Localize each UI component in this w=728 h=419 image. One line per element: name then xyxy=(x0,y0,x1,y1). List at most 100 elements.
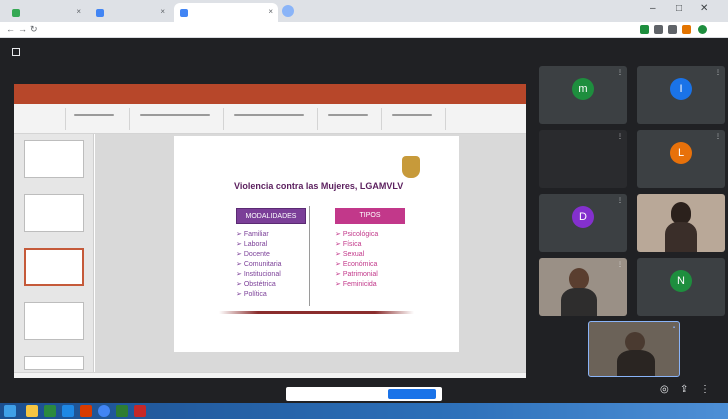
participant-tile[interactable]: I ⋮ xyxy=(637,66,725,124)
list-item: ➢ Psicológica xyxy=(335,231,379,238)
list-item: ➢ Docente xyxy=(236,251,270,258)
more-options-icon[interactable]: ⋮ xyxy=(715,69,721,76)
slide-footer-bar xyxy=(219,311,414,314)
ribbon-control xyxy=(140,114,210,116)
modalidades-header: MODALIDADES xyxy=(236,208,306,224)
avatar: L xyxy=(670,142,692,164)
column-divider xyxy=(309,206,310,306)
list-item: ➢ Institucional xyxy=(236,271,281,278)
extension-icon[interactable] xyxy=(682,25,691,34)
more-options-icon[interactable]: ⋮ xyxy=(715,133,721,140)
list-item: ➢ Laboral xyxy=(236,241,268,248)
participant-tile[interactable]: ⋮ xyxy=(539,130,627,188)
more-options-icon[interactable]: ⋮ xyxy=(617,261,623,268)
back-icon[interactable]: ← xyxy=(6,24,15,34)
ribbon-group[interactable] xyxy=(18,108,66,130)
self-view-tile[interactable]: ▪ xyxy=(588,321,680,377)
participant-video-tile[interactable]: ⋮ xyxy=(539,258,627,316)
meet-call-area: Violencia contra las Mujeres, LGAMVLV MO… xyxy=(0,38,728,403)
slide-thumbnail[interactable] xyxy=(24,140,84,178)
file-explorer-icon[interactable] xyxy=(26,405,38,417)
list-item: ➢ Patrimonial xyxy=(335,271,378,278)
institution-seal-icon xyxy=(402,156,420,178)
present-icon[interactable]: ⇪ xyxy=(680,384,688,395)
tab-favicon-icon xyxy=(96,9,104,17)
new-tab-button[interactable] xyxy=(282,5,294,17)
browser-tab-active[interactable]: × xyxy=(174,3,278,22)
extension-icon[interactable] xyxy=(668,25,677,34)
avatar: N xyxy=(670,270,692,292)
forward-icon[interactable]: → xyxy=(18,24,27,34)
self-video-person xyxy=(625,332,645,352)
list-item: ➢ Económica xyxy=(335,261,378,268)
list-item: ➢ Política xyxy=(236,291,267,298)
slide-thumbnail[interactable] xyxy=(24,194,84,232)
participant-tile[interactable]: D ⋮ xyxy=(539,194,627,252)
minimize-icon[interactable]: – xyxy=(650,3,656,14)
tipos-header: TIPOS xyxy=(335,208,405,224)
avatar: D xyxy=(572,206,594,228)
more-options-icon[interactable]: ⋮ xyxy=(617,69,623,76)
more-options-icon[interactable]: ⋮ xyxy=(617,197,623,204)
more-options-icon[interactable]: ⋮ xyxy=(617,133,623,140)
close-icon[interactable]: × xyxy=(76,7,81,16)
participant-tile[interactable]: L ⋮ xyxy=(637,130,725,188)
slide-title: Violencia contra las Mujeres, LGAMVLV xyxy=(234,181,404,191)
slide-thumbnail[interactable] xyxy=(24,356,84,370)
list-item: ➢ Familiar xyxy=(236,231,269,238)
ribbon-group[interactable] xyxy=(228,108,318,130)
participant-tile[interactable]: m ⋮ xyxy=(539,66,627,124)
powerpoint-icon[interactable] xyxy=(80,405,92,417)
powerpoint-title-bar xyxy=(14,84,526,95)
present-screen-icon xyxy=(12,48,20,56)
avatar: m xyxy=(572,78,594,100)
tab-favicon-icon xyxy=(180,9,188,17)
extension-icon[interactable] xyxy=(640,25,649,34)
address-toolbar: ← → ↻ xyxy=(0,22,728,38)
maximize-icon[interactable]: □ xyxy=(676,3,682,14)
participant-video-body xyxy=(665,222,697,252)
ribbon-group[interactable] xyxy=(322,108,382,130)
list-item: ➢ Obstétrica xyxy=(236,281,276,288)
participant-video-person xyxy=(671,202,691,224)
ribbon-control xyxy=(392,114,432,116)
browser-tab[interactable]: × xyxy=(6,3,86,22)
list-item: ➢ Comunitaria xyxy=(236,261,282,268)
stop-presenting-button[interactable] xyxy=(388,389,436,399)
profile-avatar[interactable] xyxy=(698,25,707,34)
participant-tile[interactable]: N xyxy=(637,258,725,316)
taskbar-app-icon[interactable] xyxy=(116,405,128,417)
taskbar-app-icon[interactable] xyxy=(44,405,56,417)
slide-thumbnail-selected[interactable] xyxy=(24,248,84,286)
close-window-icon[interactable]: ✕ xyxy=(700,3,708,14)
tab-favicon-icon xyxy=(12,9,20,17)
participant-video-tile[interactable] xyxy=(637,194,725,252)
taskbar-app-icon[interactable] xyxy=(134,405,146,417)
ribbon-group[interactable] xyxy=(134,108,224,130)
powerpoint-ribbon xyxy=(14,104,526,134)
tipos-list: ➢ Psicológica ➢ Física ➢ Sexual ➢ Económ… xyxy=(335,230,378,290)
close-icon[interactable]: × xyxy=(160,7,165,16)
more-options-icon[interactable]: ⋮ xyxy=(700,384,710,395)
extension-icon[interactable] xyxy=(654,25,663,34)
list-item: ➢ Física xyxy=(335,241,362,248)
pin-icon[interactable]: ▪ xyxy=(673,325,675,331)
ribbon-control xyxy=(234,114,304,116)
ribbon-group[interactable] xyxy=(70,108,130,130)
windows-start-icon[interactable] xyxy=(4,405,16,417)
slide-thumbnail[interactable] xyxy=(24,302,84,340)
self-video-body xyxy=(617,350,655,376)
close-icon[interactable]: × xyxy=(268,7,273,16)
reload-icon[interactable]: ↻ xyxy=(30,24,38,35)
windows-taskbar xyxy=(0,403,728,419)
avatar: I xyxy=(670,78,692,100)
powerpoint-ribbon-tabs[interactable] xyxy=(14,95,526,104)
current-slide: Violencia contra las Mujeres, LGAMVLV MO… xyxy=(174,136,459,352)
captions-icon[interactable]: ◎ xyxy=(660,384,669,395)
taskbar-app-icon[interactable] xyxy=(62,405,74,417)
browser-tab[interactable]: × xyxy=(90,3,170,22)
ribbon-group[interactable] xyxy=(386,108,446,130)
modalidades-list: ➢ Familiar ➢ Laboral ➢ Docente ➢ Comunit… xyxy=(236,230,282,300)
ribbon-control xyxy=(328,114,368,116)
chrome-icon[interactable] xyxy=(98,405,110,417)
